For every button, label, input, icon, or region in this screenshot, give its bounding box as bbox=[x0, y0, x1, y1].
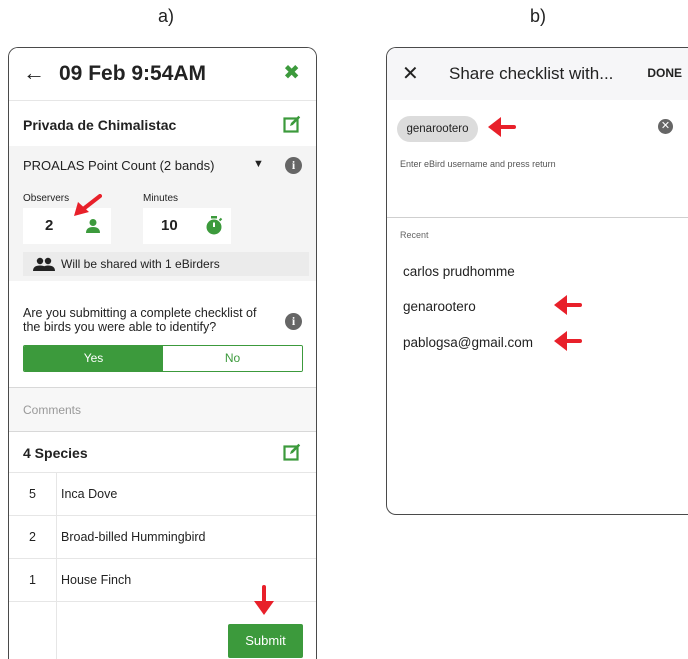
recent-label: Recent bbox=[400, 230, 429, 240]
species-count: 5 bbox=[29, 487, 36, 501]
location-name: Privada de Chimalistac bbox=[23, 117, 177, 133]
annotation-arrow bbox=[554, 331, 582, 351]
row-divider bbox=[56, 473, 57, 515]
yes-button[interactable]: Yes bbox=[24, 346, 163, 371]
protocol-section: PROALAS Point Count (2 bands) ▼ i Observ… bbox=[9, 146, 316, 281]
edit-species-icon[interactable] bbox=[283, 443, 301, 461]
done-button[interactable]: DONE bbox=[647, 66, 682, 80]
edit-location-icon[interactable] bbox=[283, 115, 301, 133]
share-screen: ✕ Share checklist with... DONE genaroote… bbox=[386, 47, 688, 515]
minutes-label: Minutes bbox=[143, 193, 179, 204]
app-header: ← 09 Feb 9:54AM ✖ bbox=[9, 48, 316, 100]
checklist-datetime-title: 09 Feb 9:54AM bbox=[59, 62, 207, 85]
recent-item[interactable]: carlos prudhomme bbox=[403, 264, 515, 279]
protocol-info-icon[interactable]: i bbox=[285, 157, 302, 174]
protocol-select[interactable]: PROALAS Point Count (2 bands) bbox=[23, 158, 215, 173]
species-name: House Finch bbox=[61, 573, 132, 587]
checklist-screen: ← 09 Feb 9:54AM ✖ Privada de Chimalistac… bbox=[8, 47, 317, 659]
comments-placeholder: Comments bbox=[23, 403, 82, 417]
submit-button[interactable]: Submit bbox=[228, 624, 303, 658]
back-arrow-icon[interactable]: ← bbox=[23, 60, 45, 86]
observers-value: 2 bbox=[45, 217, 54, 234]
username-chip[interactable]: genarootero bbox=[397, 116, 478, 142]
species-name: Broad-billed Hummingbird bbox=[61, 530, 206, 544]
annotation-arrow bbox=[488, 117, 516, 137]
clear-icon[interactable]: ✕ bbox=[658, 119, 673, 134]
row-divider bbox=[56, 602, 57, 659]
complete-info-icon[interactable]: i bbox=[285, 313, 302, 330]
species-name: Inca Dove bbox=[61, 487, 118, 501]
panel-label-b: b) bbox=[530, 6, 547, 26]
annotation-arrow bbox=[554, 295, 582, 315]
minutes-field[interactable]: 10 bbox=[143, 208, 231, 244]
group-people-icon bbox=[33, 257, 55, 271]
species-header: 4 Species bbox=[9, 432, 316, 472]
shared-with-bar[interactable]: Will be shared with 1 eBirders bbox=[23, 252, 309, 276]
complete-toggle: Yes No bbox=[23, 345, 303, 372]
species-count-title: 4 Species bbox=[23, 445, 88, 461]
location-row[interactable]: Privada de Chimalistac bbox=[9, 100, 316, 146]
species-row[interactable]: 2 Broad-billed Hummingbird bbox=[9, 515, 316, 558]
panel-label-a: a) bbox=[158, 6, 175, 26]
username-helper-text: Enter eBird username and press return bbox=[400, 159, 556, 169]
chevron-down-icon[interactable]: ▼ bbox=[253, 158, 264, 170]
close-icon[interactable]: ✕ bbox=[402, 61, 419, 86]
share-title: Share checklist with... bbox=[449, 64, 614, 83]
row-divider bbox=[56, 516, 57, 558]
share-header: ✕ Share checklist with... DONE bbox=[387, 48, 688, 100]
recent-item[interactable]: genarootero bbox=[403, 299, 476, 314]
annotation-arrow bbox=[74, 194, 102, 216]
row-divider bbox=[56, 559, 57, 601]
annotation-arrow bbox=[254, 585, 274, 615]
no-button[interactable]: No bbox=[163, 346, 302, 371]
minutes-value: 10 bbox=[161, 217, 178, 234]
shared-with-text: Will be shared with 1 eBirders bbox=[61, 257, 220, 271]
species-count: 2 bbox=[29, 530, 36, 544]
observers-label: Observers bbox=[23, 193, 70, 204]
stopwatch-icon bbox=[206, 216, 223, 235]
complete-checklist-question: Are you submitting a complete checklist … bbox=[23, 306, 257, 334]
comments-field[interactable]: Comments bbox=[9, 387, 316, 432]
divider bbox=[387, 217, 688, 218]
species-row[interactable]: 5 Inca Dove bbox=[9, 472, 316, 515]
species-count: 1 bbox=[29, 573, 36, 587]
close-icon[interactable]: ✖ bbox=[283, 60, 300, 85]
recent-item[interactable]: pablogsa@gmail.com bbox=[403, 335, 533, 350]
person-icon bbox=[86, 219, 100, 233]
